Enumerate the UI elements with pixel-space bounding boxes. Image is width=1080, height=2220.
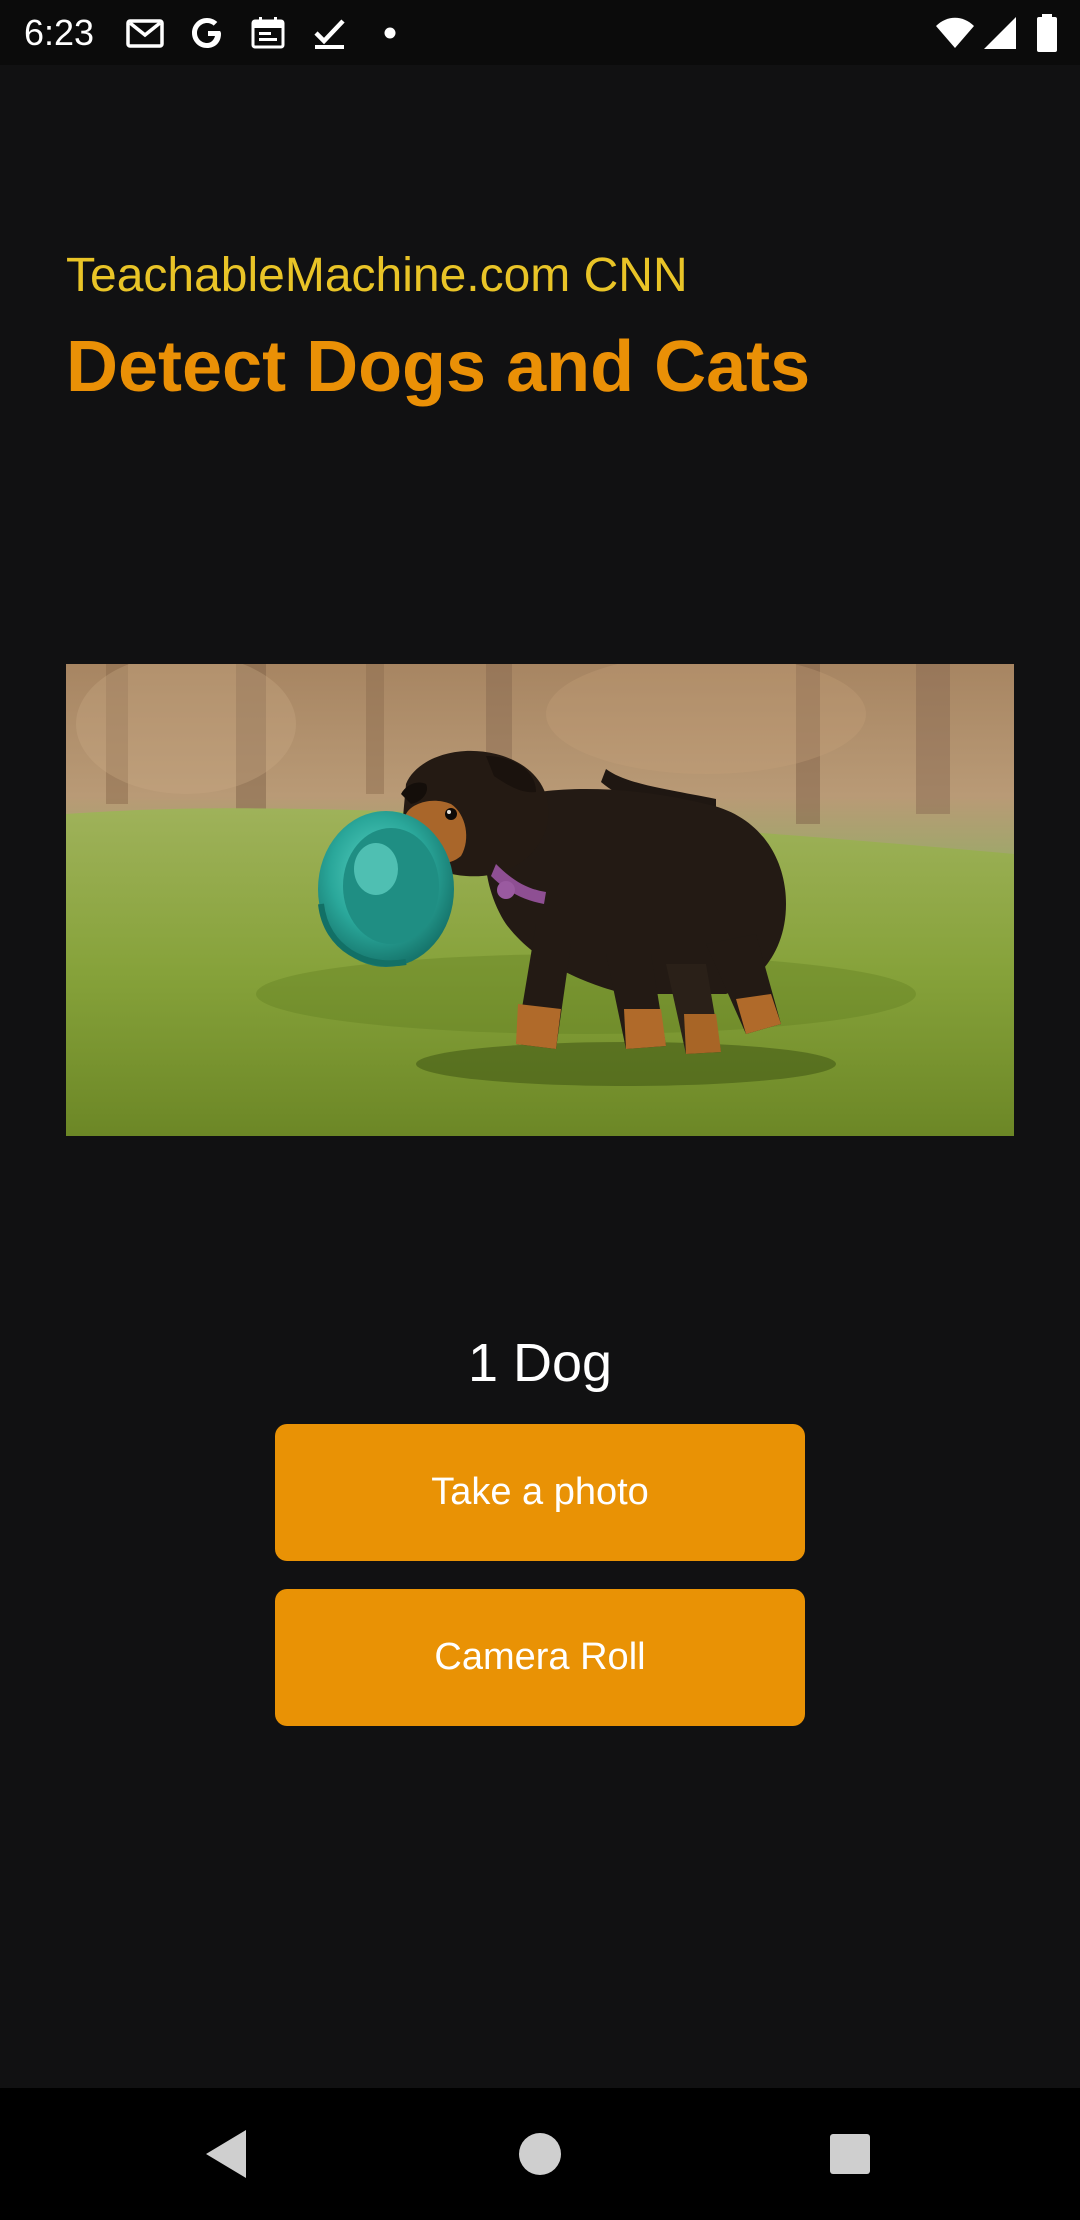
notification-dot-icon	[370, 13, 410, 53]
camera-roll-button[interactable]: Camera Roll	[275, 1589, 805, 1726]
home-icon[interactable]	[504, 2118, 576, 2190]
battery-icon	[1034, 13, 1060, 53]
calendar-icon	[248, 13, 288, 53]
cellular-signal-icon	[980, 13, 1020, 53]
selected-photo	[66, 664, 1014, 1136]
gmail-icon	[125, 13, 165, 53]
system-nav-bar	[0, 2088, 1080, 2220]
status-time: 6:23	[24, 12, 95, 53]
page-title: Detect Dogs and Cats	[66, 327, 811, 407]
app-screen: 6:23 TeachableMachine.com CNN Detect Dog…	[0, 0, 1080, 2220]
app-subtitle: TeachableMachine.com CNN	[66, 249, 688, 302]
google-icon	[187, 13, 227, 53]
prediction-label: 1 Dog	[467, 1333, 613, 1393]
task-check-icon	[310, 13, 350, 53]
back-icon[interactable]	[190, 2118, 262, 2190]
status-bar: 6:23	[0, 0, 1080, 65]
wifi-icon	[934, 13, 976, 53]
recents-icon[interactable]	[814, 2118, 886, 2190]
take-photo-button[interactable]: Take a photo	[275, 1424, 805, 1561]
